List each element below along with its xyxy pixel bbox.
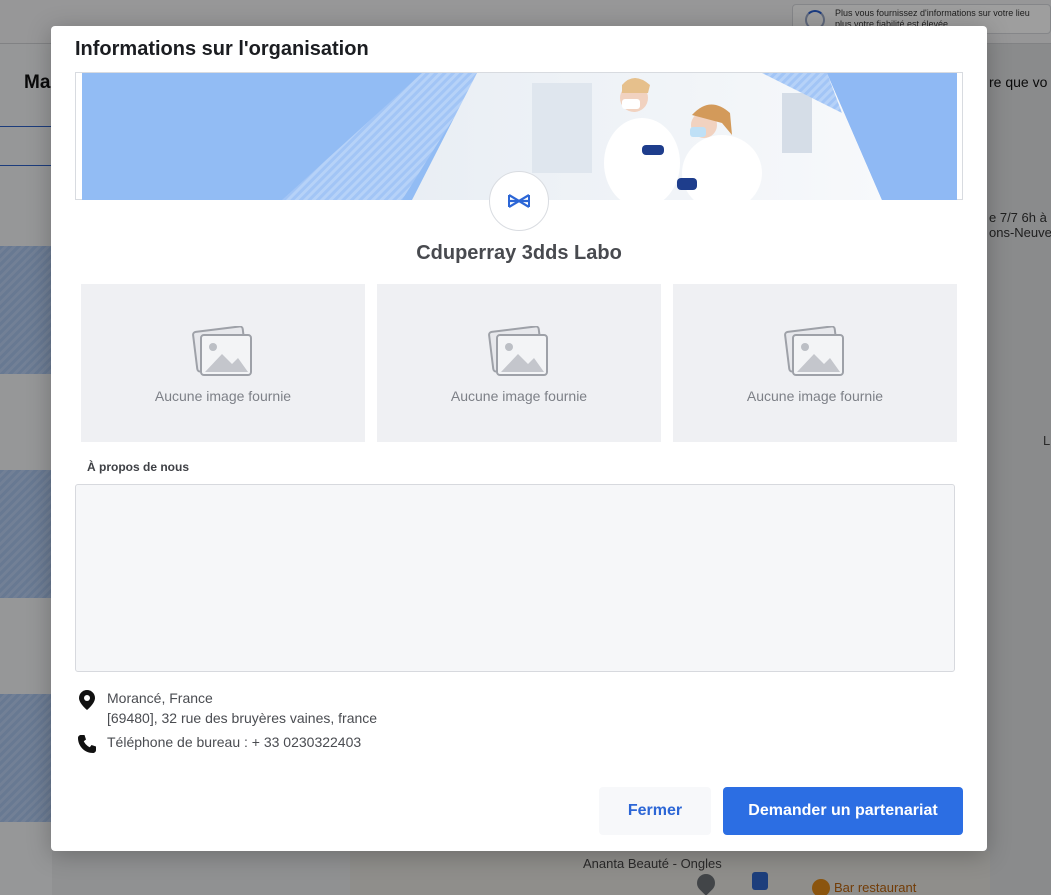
about-us-textarea[interactable] [75,484,955,672]
location-address: [69480], 32 rue des bruyères vaines, fra… [107,710,378,726]
gallery-image-slot: Aucune image fournie [81,284,365,442]
phone-text: Téléphone de bureau : + 33 0230322403 [107,734,362,750]
map-pin-icon [75,688,99,712]
image-placeholder-icon [192,326,252,376]
gallery-empty-label: Aucune image fournie [450,388,588,404]
gallery-image-slot: Aucune image fournie [673,284,957,442]
gallery-empty-label: Aucune image fournie [746,388,884,404]
organization-info-dialog: Informations sur l'organisation Cduperra… [51,26,987,851]
close-button[interactable]: Fermer [599,787,711,835]
organization-logo-icon [508,194,530,208]
image-placeholder-icon [488,326,548,376]
about-us-label: À propos de nous [87,460,189,474]
image-gallery: Aucune image fournie Aucune image fourni… [81,284,957,442]
request-partnership-button[interactable]: Demander un partenariat [723,787,963,835]
location-city: Morancé, France [107,690,213,706]
gallery-empty-label: Aucune image fournie [154,388,292,404]
phone-icon [75,732,99,756]
gallery-image-slot: Aucune image fournie [377,284,661,442]
phone-info: Téléphone de bureau : + 33 0230322403 [75,732,361,756]
organization-name: Cduperray 3dds Labo [416,242,622,264]
dialog-title: Informations sur l'organisation [75,38,369,60]
location-info: Morancé, France [69480], 32 rue des bruy… [75,688,377,728]
organization-logo [489,171,549,231]
image-placeholder-icon [784,326,844,376]
